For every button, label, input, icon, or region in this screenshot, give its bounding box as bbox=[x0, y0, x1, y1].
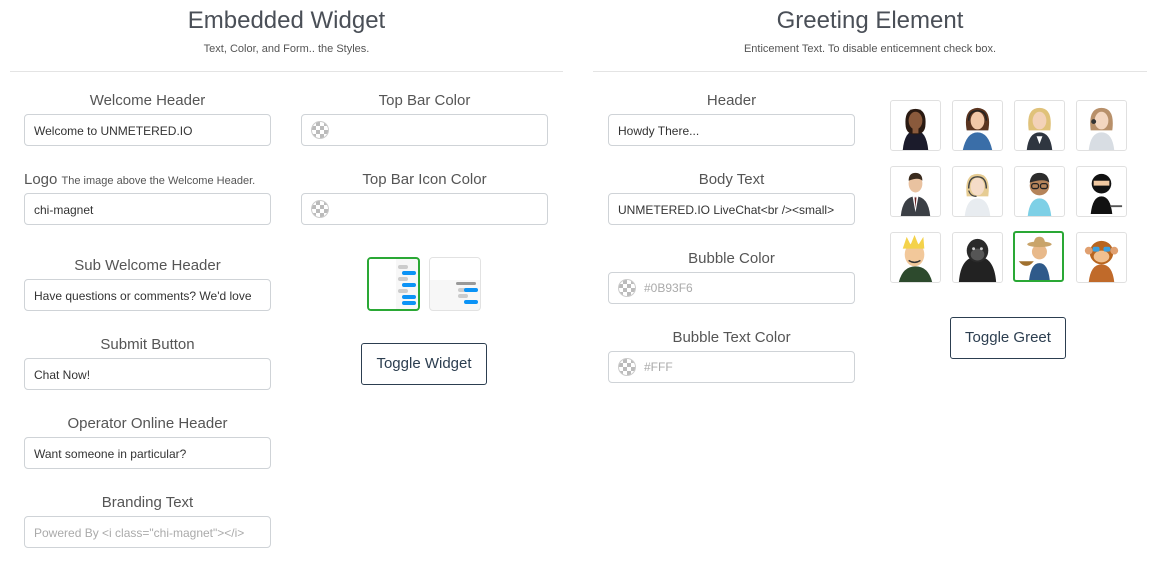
cartoon-boy-icon bbox=[1027, 172, 1052, 216]
color-placeholder: #FFF bbox=[644, 360, 673, 374]
layout-pane bbox=[430, 258, 480, 280]
logo-hint: The image above the Welcome Header. bbox=[61, 175, 256, 187]
woman-headset-blue-icon bbox=[962, 107, 993, 150]
body-text-field: Body Text UNMETERED.IO LiveChat<br /><sm… bbox=[608, 171, 855, 225]
layout-line bbox=[456, 282, 476, 285]
avatar-option[interactable] bbox=[1014, 100, 1065, 151]
field-label: Submit Button bbox=[100, 336, 195, 353]
operator-online-header-field: Operator Online Header Want someone in p… bbox=[24, 415, 271, 469]
toggle-greet-button[interactable]: Toggle Greet bbox=[950, 317, 1066, 359]
woman-phone-icon bbox=[1088, 107, 1115, 150]
top-bar-icon-color-input[interactable] bbox=[301, 193, 548, 225]
logo-label: Logo bbox=[24, 171, 58, 188]
panel-subtitle: Enticement Text. To disable enticemnent … bbox=[743, 43, 997, 55]
top-bar-color-field: Top Bar Color bbox=[301, 92, 548, 146]
greeting-header-input[interactable]: Howdy There... bbox=[608, 114, 855, 146]
top-bar-color-input[interactable] bbox=[301, 114, 548, 146]
submit-button-field: Submit Button Chat Now! bbox=[24, 336, 271, 390]
welcome-header-field: Welcome Header Welcome to UNMETERED.IO bbox=[24, 92, 271, 146]
woman-headset-icon bbox=[902, 108, 929, 150]
layout-line bbox=[458, 294, 468, 298]
monkey-sunglasses-icon bbox=[1084, 240, 1119, 282]
panel-title: Embedded Widget bbox=[187, 7, 386, 34]
color-placeholder: #0B93F6 bbox=[644, 281, 693, 295]
businessman-icon bbox=[900, 172, 931, 216]
welcome-header-input[interactable]: Welcome to UNMETERED.IO bbox=[24, 114, 271, 146]
embedded-widget-panel: Embedded Widget Text, Color, and Form.. … bbox=[10, 0, 563, 72]
layout-line bbox=[402, 295, 416, 299]
bubble-color-field: Bubble Color #0B93F6 bbox=[608, 250, 855, 304]
greeting-header-field: Header Howdy There... bbox=[608, 92, 855, 146]
gorilla-icon bbox=[958, 238, 997, 282]
field-label: Operator Online Header bbox=[67, 415, 228, 432]
layout-line bbox=[402, 271, 416, 275]
layout-line bbox=[398, 289, 408, 293]
field-label: Bubble Text Color bbox=[672, 329, 791, 346]
field-label: Sub Welcome Header bbox=[74, 257, 221, 274]
logo-field: Logo The image above the Welcome Header.… bbox=[24, 171, 271, 225]
color-swatch-icon[interactable] bbox=[311, 121, 329, 139]
submit-button-input[interactable]: Chat Now! bbox=[24, 358, 271, 390]
layout-line bbox=[402, 283, 416, 287]
panel-subtitle: Text, Color, and Form.. the Styles. bbox=[203, 43, 370, 55]
avatar-option[interactable] bbox=[890, 232, 941, 283]
color-swatch-icon[interactable] bbox=[618, 358, 636, 376]
layout-line bbox=[464, 300, 478, 304]
field-label: Logo The image above the Welcome Header. bbox=[24, 171, 271, 189]
avatar-option[interactable] bbox=[1014, 166, 1065, 217]
avatar-option[interactable] bbox=[1076, 100, 1127, 151]
field-label: Bubble Color bbox=[688, 250, 775, 267]
layout-line bbox=[398, 277, 408, 281]
layout-side-option[interactable] bbox=[367, 257, 420, 311]
sub-welcome-header-field: Sub Welcome Header Have questions or com… bbox=[24, 257, 271, 311]
panel-title: Greeting Element bbox=[776, 7, 964, 34]
woman-blonde-headset-icon bbox=[964, 173, 991, 216]
avatar-option[interactable] bbox=[952, 100, 1003, 151]
toggle-widget-button[interactable]: Toggle Widget bbox=[361, 343, 487, 385]
layout-line bbox=[464, 288, 478, 292]
cartoon-blonde-man-icon bbox=[898, 234, 933, 282]
field-label: Top Bar Icon Color bbox=[362, 171, 487, 188]
logo-input[interactable]: chi-magnet bbox=[24, 193, 271, 225]
layout-pane bbox=[369, 259, 396, 309]
avatar-option[interactable] bbox=[890, 100, 941, 151]
farmer-icon bbox=[1018, 236, 1052, 280]
divider bbox=[593, 71, 1147, 72]
ninja-icon bbox=[1090, 173, 1123, 215]
field-label: Top Bar Color bbox=[378, 92, 471, 109]
avatar-option[interactable] bbox=[1076, 166, 1127, 217]
field-label: Header bbox=[706, 92, 757, 109]
branding-text-field: Branding Text Powered By <i class="chi-m… bbox=[24, 494, 271, 548]
top-bar-icon-color-field: Top Bar Icon Color bbox=[301, 171, 548, 225]
avatar-option[interactable] bbox=[952, 166, 1003, 217]
field-label: Welcome Header bbox=[89, 92, 206, 109]
branding-text-input[interactable]: Powered By <i class="chi-magnet"></i> bbox=[24, 516, 271, 548]
color-swatch-icon[interactable] bbox=[311, 200, 329, 218]
body-text-input[interactable]: UNMETERED.IO LiveChat<br /><small> bbox=[608, 193, 855, 225]
layout-line bbox=[398, 265, 408, 269]
avatar-option-selected[interactable] bbox=[1013, 231, 1064, 282]
divider bbox=[10, 71, 563, 72]
layout-bottom-option[interactable] bbox=[429, 257, 481, 311]
blonde-woman-icon bbox=[1026, 107, 1053, 150]
operator-online-header-input[interactable]: Want someone in particular? bbox=[24, 437, 271, 469]
color-swatch-icon[interactable] bbox=[618, 279, 636, 297]
sub-welcome-header-input[interactable]: Have questions or comments? We'd love bbox=[24, 279, 271, 311]
field-label: Body Text bbox=[698, 171, 765, 188]
bubble-text-color-input[interactable]: #FFF bbox=[608, 351, 855, 383]
field-label: Branding Text bbox=[101, 494, 194, 511]
bubble-text-color-field: Bubble Text Color #FFF bbox=[608, 329, 855, 383]
avatar-option[interactable] bbox=[952, 232, 1003, 283]
layout-line bbox=[402, 301, 416, 305]
greeting-element-panel: Greeting Element Enticement Text. To dis… bbox=[593, 0, 1147, 72]
avatar-option[interactable] bbox=[1076, 232, 1127, 283]
avatar-option[interactable] bbox=[890, 166, 941, 217]
bubble-color-input[interactable]: #0B93F6 bbox=[608, 272, 855, 304]
